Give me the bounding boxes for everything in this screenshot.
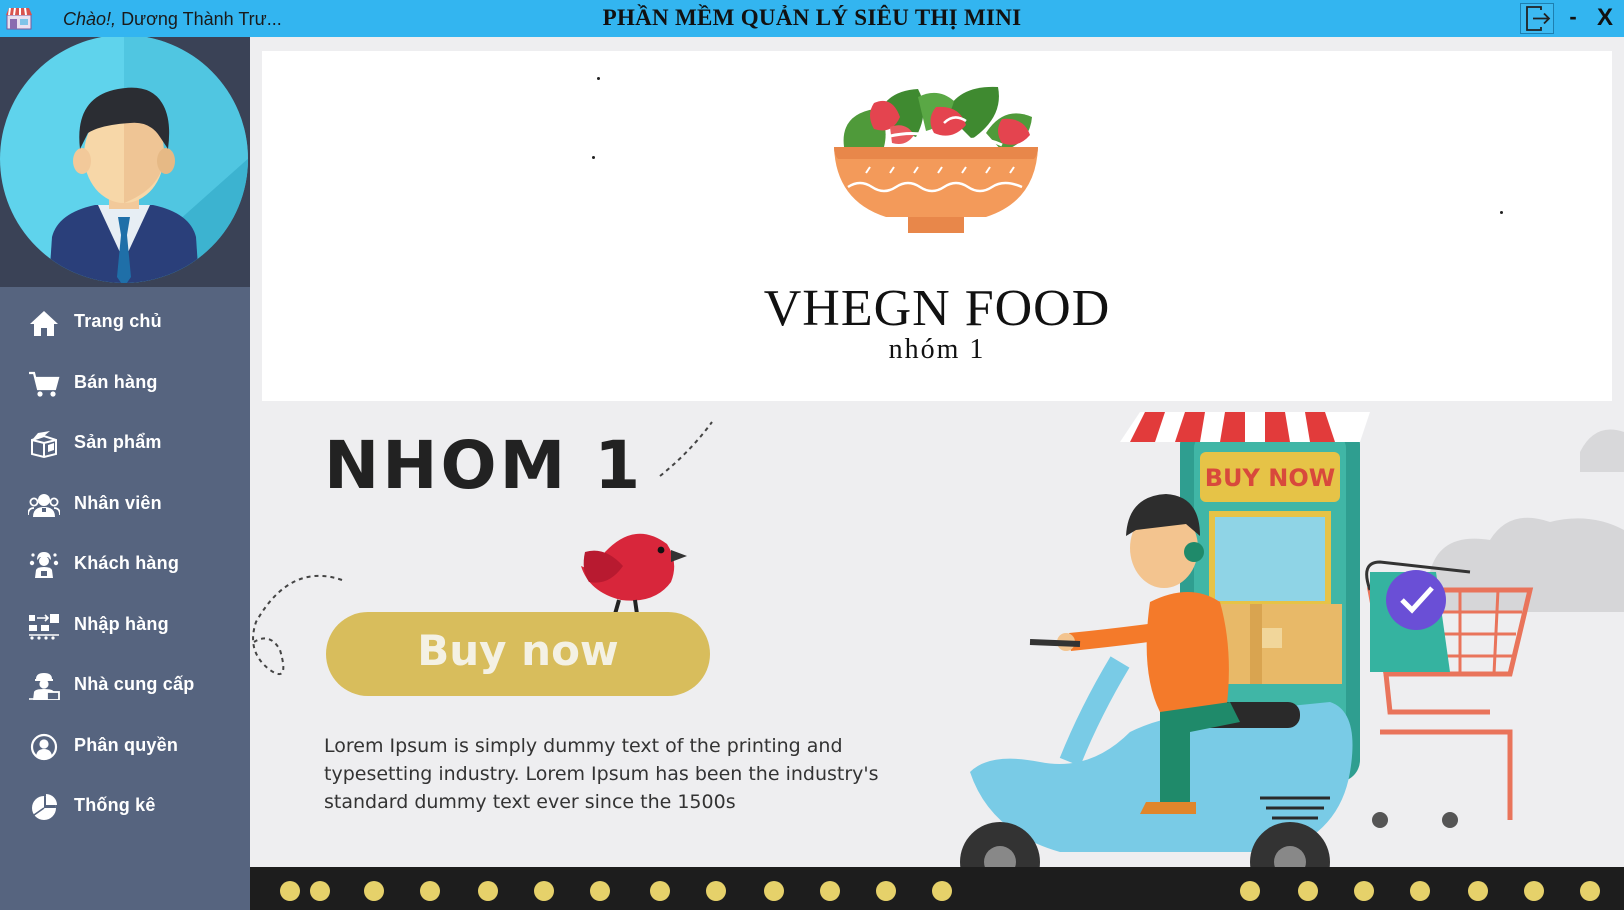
buy-now-label: Buy now [417, 626, 619, 675]
product-box-icon [31, 431, 57, 458]
pie-chart-icon [32, 794, 57, 820]
decorative-dotted-strip [250, 867, 1624, 910]
banner-heading: NHOM 1 [324, 427, 644, 504]
logout-button[interactable] [1520, 3, 1554, 34]
logout-icon [1526, 6, 1551, 31]
description-line: typesetting industry. Lorem Ipsum has be… [324, 763, 879, 785]
shop-sign-text: BUY NOW [1205, 464, 1335, 492]
cart-icon [29, 371, 60, 397]
sidebar-item-label: Trang chủ [74, 311, 162, 331]
description-line: standard dummy text ever since the 1500s [324, 791, 736, 813]
dots-pattern [280, 881, 1600, 901]
sidebar: Trang chủ Bán hàng Sản phẩm Nhân viên Kh… [0, 37, 250, 910]
sidebar-item-sales[interactable]: Bán hàng [0, 358, 250, 408]
speck [592, 156, 595, 159]
sidebar-item-statistics[interactable]: Thống kê [0, 781, 250, 831]
sidebar-item-suppliers[interactable]: Nhà cung cấp [0, 660, 250, 710]
promo-banner: NHOM 1 Buy now Lorem Ipsum is simply dum… [250, 412, 1624, 910]
sidebar-item-customers[interactable]: Khách hàng [0, 539, 250, 589]
import-icon [29, 614, 59, 640]
main-content: VHEGN FOOD nhóm 1 NHOM 1 Buy now Lorem I… [250, 37, 1624, 910]
avatar [0, 37, 250, 287]
user-avatar-icon [0, 37, 248, 283]
sidebar-item-permissions[interactable]: Phân quyền [0, 721, 250, 771]
app-title: PHẦN MỀM QUẢN LÝ SIÊU THỊ MINI [602, 5, 1022, 30]
title-bar: Chào!, Dương Thành Trư... PHẦN MỀM QUẢN … [0, 0, 1624, 37]
minimize-button[interactable]: - [1562, 4, 1584, 32]
sidebar-item-products[interactable]: Sản phẩm [0, 418, 250, 468]
group-name: nhóm 1 [888, 334, 986, 365]
buy-now-button[interactable]: Buy now [326, 612, 710, 696]
sidebar-item-label: Nhà cung cấp [74, 674, 195, 694]
sidebar-item-home[interactable]: Trang chủ [0, 297, 250, 347]
speck [597, 77, 600, 80]
sidebar-item-employees[interactable]: Nhân viên [0, 479, 250, 529]
sidebar-item-label: Nhân viên [74, 493, 162, 513]
description-line: Lorem Ipsum is simply dummy text of the … [324, 735, 843, 757]
speck [1500, 211, 1503, 214]
employees-icon [28, 494, 60, 517]
delivery-scooter-illustration: BUY NOW [960, 412, 1534, 902]
sidebar-item-label: Sản phẩm [74, 432, 162, 452]
customer-icon [29, 552, 59, 578]
banner-description: Lorem Ipsum is simply dummy text of the … [324, 732, 944, 816]
bird-illustration [581, 533, 687, 615]
brand-name: VHEGN FOOD [763, 280, 1111, 337]
sidebar-item-import[interactable]: Nhập hàng [0, 600, 250, 650]
sidebar-item-label: Khách hàng [74, 553, 180, 573]
salad-bowl-logo [834, 86, 1038, 233]
sidebar-item-label: Nhập hàng [74, 614, 169, 634]
brand-header: VHEGN FOOD nhóm 1 [262, 51, 1612, 401]
sidebar-item-label: Thống kê [74, 795, 156, 815]
sidebar-item-label: Bán hàng [74, 372, 158, 392]
supplier-icon [29, 673, 60, 700]
permission-user-icon [30, 733, 58, 761]
sidebar-item-label: Phân quyền [74, 735, 179, 755]
close-button[interactable]: X [1590, 4, 1620, 34]
home-icon [30, 311, 58, 336]
